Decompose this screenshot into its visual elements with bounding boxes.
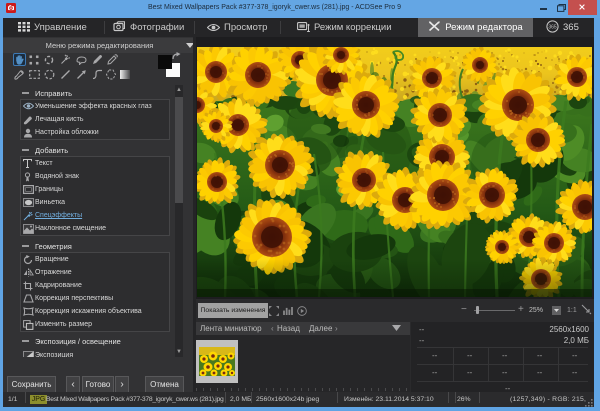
svg-text:365: 365 (548, 25, 557, 31)
